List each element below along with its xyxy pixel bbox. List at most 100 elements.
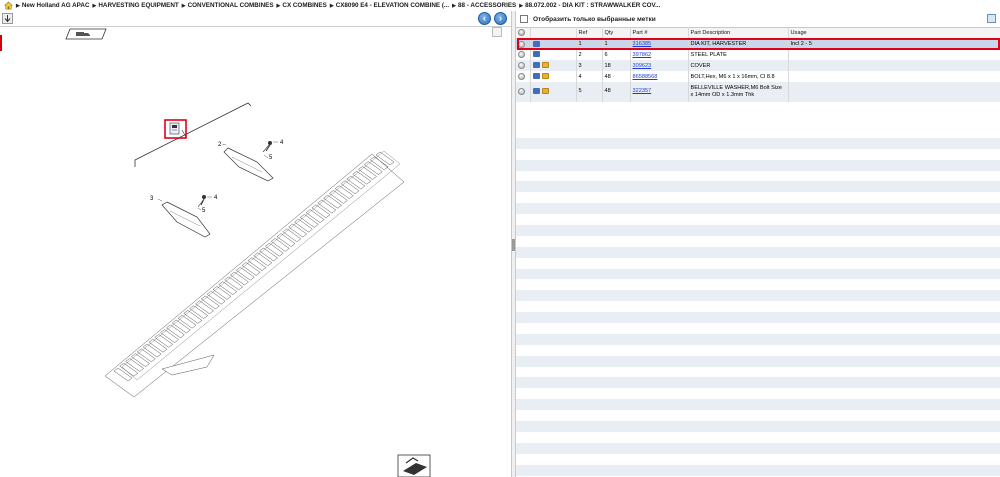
illustration-toolbar: ‹ › xyxy=(0,11,511,27)
breadcrumb-item-harvesting[interactable]: ▶ HARVESTING EQUIPMENT xyxy=(93,2,179,9)
info-icon[interactable] xyxy=(518,51,525,59)
breadcrumb-item-conventional[interactable]: ▶ CONVENTIONAL COMBINES xyxy=(182,2,274,9)
empty-row xyxy=(516,127,1000,138)
view-mode-icon[interactable] xyxy=(65,28,107,40)
empty-row xyxy=(516,355,1000,367)
kit-icon[interactable] xyxy=(169,122,180,135)
cart-icon[interactable] xyxy=(532,40,540,47)
strawwalker-step xyxy=(259,247,278,262)
row-qty: 18 xyxy=(602,60,631,72)
strawwalker-step xyxy=(334,185,354,199)
strawwalker-step xyxy=(375,151,395,166)
row-info[interactable] xyxy=(516,49,531,61)
callout-4-upper[interactable]: 4 xyxy=(280,140,284,146)
row-info[interactable] xyxy=(516,60,531,72)
strawwalker-step xyxy=(253,252,273,267)
parts-list-pane: Отобразить только выбранные метки Ref Qt… xyxy=(516,11,1000,477)
strawwalker-step xyxy=(189,305,209,319)
part-number-link[interactable]: 309623 xyxy=(633,63,652,69)
table-row[interactable]: 3 18 309623 COVER xyxy=(516,60,1000,72)
export-icon[interactable] xyxy=(987,14,996,23)
cart-icon[interactable] xyxy=(532,88,540,95)
callout-3[interactable]: 3 xyxy=(150,196,154,202)
splitter-handle[interactable] xyxy=(512,239,515,251)
row-usage xyxy=(788,60,1000,72)
package-icon[interactable] xyxy=(541,62,549,69)
row-info[interactable] xyxy=(516,71,531,82)
table-row[interactable]: 5 48 322357 BELLEVILLE WASHER,M6 Bolt Si… xyxy=(516,81,1000,102)
part-number-link[interactable]: 397862 xyxy=(633,52,652,58)
previous-page-button[interactable]: ‹ xyxy=(478,12,491,25)
callout-2[interactable]: 2 xyxy=(218,142,222,148)
strawwalker-step xyxy=(212,286,232,300)
collapse-button[interactable] xyxy=(2,13,13,24)
header-part-number[interactable]: Part # xyxy=(630,27,689,39)
strawwalker-step xyxy=(131,353,150,367)
row-qty: 48 xyxy=(602,71,631,82)
strawwalker-step xyxy=(352,170,372,185)
empty-row xyxy=(516,410,1000,422)
callout-4-lower[interactable]: 4 xyxy=(214,195,218,201)
empty-row xyxy=(516,453,1000,465)
strawwalker-step xyxy=(288,223,308,238)
home-icon[interactable] xyxy=(4,1,13,10)
table-row[interactable]: 2 6 397862 STEEL PLATE xyxy=(516,49,1000,61)
next-page-button[interactable]: › xyxy=(494,12,507,25)
empty-row xyxy=(516,214,1000,226)
row-description: STEEL PLATE xyxy=(688,49,789,61)
show-selected-only-checkbox[interactable] xyxy=(520,15,528,23)
breadcrumb-item-cx-combines[interactable]: ▶ CX COMBINES xyxy=(277,2,327,9)
row-usage xyxy=(788,49,1000,61)
info-icon[interactable] xyxy=(518,40,525,48)
strawwalker-step xyxy=(276,233,296,247)
empty-row xyxy=(516,268,1000,280)
callout-5-lower[interactable]: 5 xyxy=(202,208,206,214)
row-qty: 6 xyxy=(602,49,631,61)
header-ref[interactable]: Ref xyxy=(576,27,603,39)
callout-5-upper[interactable]: 5 xyxy=(269,155,273,161)
info-icon[interactable] xyxy=(518,62,525,70)
zoom-view-icon[interactable] xyxy=(397,454,431,477)
header-info xyxy=(516,27,531,39)
package-icon[interactable] xyxy=(541,88,549,95)
fit-view-button[interactable] xyxy=(492,27,502,37)
empty-row xyxy=(516,192,1000,204)
part-number-link[interactable]: 316385 xyxy=(633,41,652,47)
parts-table: Ref Qty Part # Part Description Usage 1 … xyxy=(516,27,1000,102)
header-qty[interactable]: Qty xyxy=(602,27,631,39)
strawwalker-step xyxy=(299,214,319,228)
row-actions xyxy=(530,81,577,102)
parts-drawing[interactable]: 2 4 5 3 4 5 xyxy=(2,27,508,477)
header-usage[interactable]: Usage xyxy=(788,27,1000,39)
header-description[interactable]: Part Description xyxy=(688,27,789,39)
cart-icon[interactable] xyxy=(532,62,540,69)
part-number-link[interactable]: 86588568 xyxy=(633,74,658,80)
breadcrumb-item-brand[interactable]: ▶ New Holland AG APAC xyxy=(16,2,90,9)
row-description: BOLT,Hex, M6 x 1 x 16mm, Cl 8.8 xyxy=(688,71,789,82)
strawwalker-illustration xyxy=(104,150,405,398)
row-info[interactable] xyxy=(516,81,531,102)
table-row[interactable]: 1 1 316385 DIA KIT, HARVESTER Incl 2 - 5 xyxy=(516,38,1000,50)
row-description: BELLEVILLE WASHER,M6 Bolt Size x 14mm OD… xyxy=(688,81,789,102)
table-row[interactable]: 4 48 86588568 BOLT,Hex, M6 x 1 x 16mm, C… xyxy=(516,71,1000,82)
info-icon[interactable] xyxy=(518,73,525,80)
row-description: DIA KIT, HARVESTER xyxy=(688,38,789,50)
breadcrumb-item-accessories[interactable]: ▶ 88 - ACCESSORIES xyxy=(452,2,516,9)
info-icon[interactable] xyxy=(518,87,525,95)
empty-row xyxy=(516,366,1000,378)
package-icon[interactable] xyxy=(541,73,549,80)
row-usage xyxy=(788,81,1000,102)
cart-icon[interactable] xyxy=(532,51,540,58)
strawwalker-step xyxy=(183,310,203,324)
breadcrumb-item-model[interactable]: ▶ CX8090 E4 - ELEVATION COMBINE (... xyxy=(330,2,449,9)
empty-row xyxy=(516,257,1000,269)
arrow-down-icon xyxy=(4,15,11,23)
cart-icon[interactable] xyxy=(532,73,540,80)
row-info[interactable] xyxy=(516,38,531,50)
strawwalker-step xyxy=(323,194,343,209)
strawwalker-step xyxy=(160,329,180,343)
part-number-link[interactable]: 322357 xyxy=(633,88,652,94)
breadcrumb-item-current: ▶ 88.072.002 - DIA KIT : STRAWWALKER COV.… xyxy=(519,2,661,9)
strawwalker-step xyxy=(171,319,191,334)
strawwalker-step xyxy=(311,204,331,219)
